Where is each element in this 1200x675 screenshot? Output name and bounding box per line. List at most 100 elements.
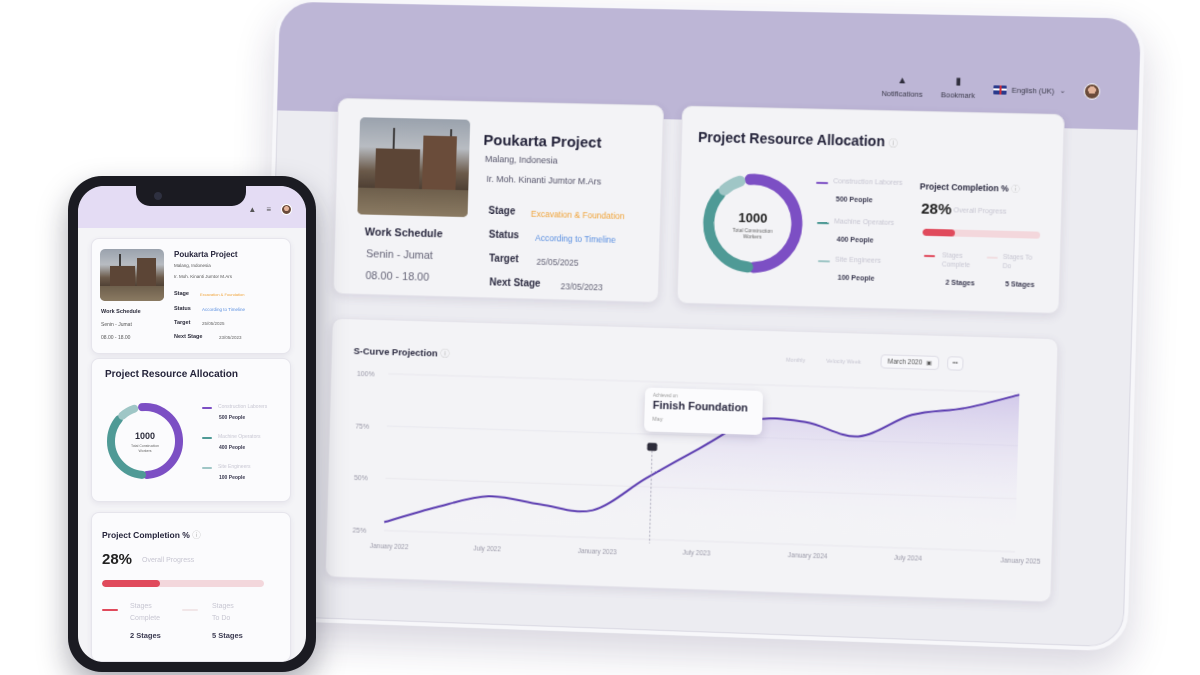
legend-value-laborers: 500 People <box>836 196 873 204</box>
allocation-title-text: Project Resource Allocation <box>698 129 885 149</box>
phone-target-label: Target <box>174 320 190 326</box>
target-value: 25/05/2025 <box>536 257 578 268</box>
phone-work-schedule-label: Work Schedule <box>101 309 141 315</box>
legend-label-engineers: Site Engineers <box>835 257 881 265</box>
legend-value-engineers: 100 People <box>837 275 874 283</box>
phone-next-stage-label: Next Stage <box>174 334 202 340</box>
phone-stages-complete-value: 2 Stages <box>130 631 161 640</box>
phone-legend-value-engineers: 100 People <box>219 475 245 481</box>
project-title: Poukarta Project <box>483 132 602 152</box>
date-picker-label: March 2020 <box>888 358 923 366</box>
phone-status-value: According to Timeline <box>202 307 245 312</box>
legend-swatch-engineers <box>818 260 830 262</box>
curve-range-label: Velocity Week <box>826 359 861 366</box>
project-info-card: Poukarta Project Malang, Indonesia Ir. M… <box>333 98 664 303</box>
phone-target-value: 25/05/2025 <box>202 321 225 326</box>
resource-allocation-card: Project Resource Allocation ⓘ 1000 Total… <box>677 106 1065 314</box>
phone-stages-complete-label-1: Stages <box>130 603 152 610</box>
phone-legend-swatch-engineers <box>202 467 212 469</box>
project-owner: Ir. Moh. Kinanti Jumtor M.Ars <box>486 174 601 187</box>
y-tick-label: 100% <box>357 371 375 378</box>
completion-title: Project Completion % ⓘ <box>920 180 1020 195</box>
info-icon: ⓘ <box>1011 184 1020 194</box>
completion-progress-bar <box>922 229 1040 239</box>
phone-completion-progress-bar <box>102 580 264 587</box>
legend-label-laborers: Construction Laborers <box>833 178 903 187</box>
phone-donut-total: 1000 <box>125 431 165 441</box>
x-tick-label: July 2023 <box>682 550 710 558</box>
status-value: According to Timeline <box>535 233 616 245</box>
stages-todo-value: 5 Stages <box>1005 281 1034 289</box>
y-tick-label: 50% <box>354 475 368 482</box>
phone-stage-value: Excavation & Foundation <box>200 292 244 297</box>
info-icon: ⓘ <box>440 349 450 360</box>
phone-donut-chart <box>103 399 187 483</box>
legend-label-operators: Machine Operators <box>834 218 894 227</box>
stage-label: Stage <box>488 206 515 218</box>
x-tick-label: January 2024 <box>788 552 828 560</box>
language-label: English (UK) <box>1012 85 1055 95</box>
phone-allocation-title: Project Resource Allocation <box>105 369 238 380</box>
phone-project-card: Poukarta Project Malang, Indonesia Ir. M… <box>91 238 291 354</box>
phone-project-owner: Ir. Moh. Kinanti Jumtor M.Ars <box>174 274 232 279</box>
completion-progress-fill <box>922 229 955 237</box>
status-label: Status <box>489 230 520 242</box>
phone-header-icons: ▲ ≡ <box>248 204 292 215</box>
work-hours: 08.00 - 18.00 <box>365 270 429 284</box>
bell-icon[interactable]: ▲ <box>248 205 256 214</box>
phone-completion-progress-fill <box>102 580 160 587</box>
date-picker-button[interactable]: March 2020 ▣ <box>880 354 939 370</box>
notifications-label: Notifications <box>881 89 922 99</box>
language-selector[interactable]: English (UK) ⌄ <box>993 85 1065 96</box>
bookmark-label: Bookmark <box>941 90 975 100</box>
x-tick-label: January 2025 <box>1000 557 1040 565</box>
allocation-title: Project Resource Allocation ⓘ <box>698 129 898 150</box>
phone-status-label: Status <box>174 306 191 312</box>
phone-completion-title-text: Project Completion % <box>102 530 190 540</box>
notifications-button[interactable]: ▲ Notifications <box>881 76 923 99</box>
legend-swatch-laborers <box>816 182 828 184</box>
annotation-marker <box>647 443 657 451</box>
user-avatar[interactable] <box>1084 83 1101 100</box>
phone-project-photo <box>100 249 164 301</box>
curve-title-text: S-Curve Projection <box>353 346 437 359</box>
phone-stage-label: Stage <box>174 291 189 297</box>
phone-stages-todo-swatch <box>182 609 198 611</box>
stages-todo-label: Stages To Do <box>1003 253 1034 272</box>
x-tick-label: January 2022 <box>370 543 409 551</box>
y-tick-label: 25% <box>352 527 366 534</box>
phone-completion-caption: Overall Progress <box>142 557 194 564</box>
more-options-button[interactable]: ••• <box>947 356 964 371</box>
legend-value-operators: 400 People <box>837 237 874 245</box>
info-icon: ⓘ <box>889 138 898 148</box>
curve-filter-label: Monthly <box>786 358 805 365</box>
info-icon: ⓘ <box>192 530 201 540</box>
bookmark-button[interactable]: ▮ Bookmark <box>941 77 976 100</box>
phone-project-location: Malang, Indonesia <box>174 263 211 268</box>
x-tick-label: January 2023 <box>578 548 618 556</box>
tooltip-small-label: Achieved on <box>653 393 678 399</box>
phone-project-title: Poukarta Project <box>174 250 238 259</box>
phone-legend-value-operators: 400 People <box>219 445 245 451</box>
phone-stages-complete-swatch <box>102 609 118 611</box>
x-tick-label: July 2024 <box>894 555 923 563</box>
uk-flag-icon <box>993 85 1006 94</box>
calendar-icon: ▣ <box>926 359 932 366</box>
phone-allocation-card: Project Resource Allocation 1000 Total C… <box>91 358 291 502</box>
stages-complete-swatch <box>924 255 935 257</box>
phone-next-stage-value: 23/05/2023 <box>219 335 242 340</box>
stages-todo-swatch <box>987 257 998 259</box>
menu-icon[interactable]: ≡ <box>266 205 271 214</box>
phone-stages-todo-value: 5 Stages <box>212 631 243 640</box>
s-curve-card: S-Curve Projection ⓘ Monthly Velocity We… <box>325 318 1059 603</box>
phone-completion-title: Project Completion % ⓘ <box>102 529 201 541</box>
target-label: Target <box>489 254 519 266</box>
completion-title-text: Project Completion % <box>920 181 1009 193</box>
chart-tooltip: Achieved on Finish Foundation May <box>644 387 763 435</box>
phone-donut-caption-2: Workers <box>115 449 175 453</box>
phone-stages-todo-label-2: To Do <box>212 615 230 622</box>
completion-value: 28% <box>921 200 952 218</box>
tooltip-title: Finish Foundation <box>653 400 749 415</box>
project-site-photo <box>357 117 470 217</box>
phone-user-avatar[interactable] <box>281 204 292 215</box>
